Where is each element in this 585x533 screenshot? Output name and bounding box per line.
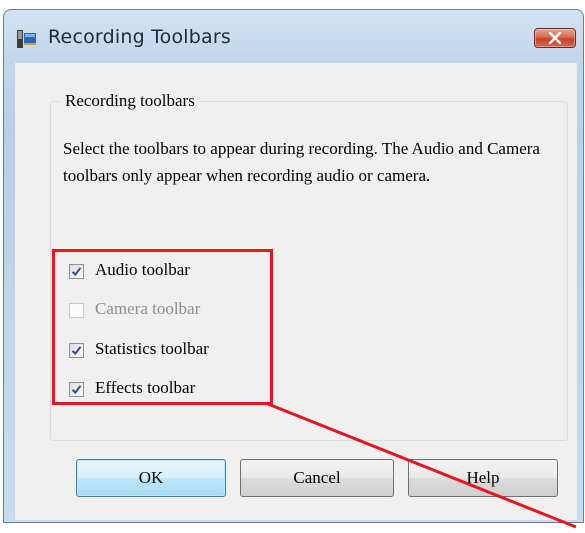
ok-button[interactable]: OK bbox=[76, 459, 226, 497]
annotation-highlight-box bbox=[52, 249, 273, 405]
dialog-client-area: Recording toolbars Select the toolbars t… bbox=[15, 63, 577, 520]
title-bar[interactable]: Recording Toolbars bbox=[4, 10, 583, 64]
group-label: Recording toolbars bbox=[61, 91, 199, 111]
window-title: Recording Toolbars bbox=[48, 26, 231, 48]
recording-tool-icon bbox=[15, 28, 39, 50]
recording-toolbars-dialog: Recording Toolbars Recording toolbars Se… bbox=[3, 9, 584, 523]
description-text: Select the toolbars to appear during rec… bbox=[63, 139, 540, 185]
close-icon bbox=[548, 32, 562, 44]
cancel-button[interactable]: Cancel bbox=[240, 459, 394, 497]
help-button[interactable]: Help bbox=[408, 459, 558, 497]
close-button[interactable] bbox=[534, 28, 576, 48]
